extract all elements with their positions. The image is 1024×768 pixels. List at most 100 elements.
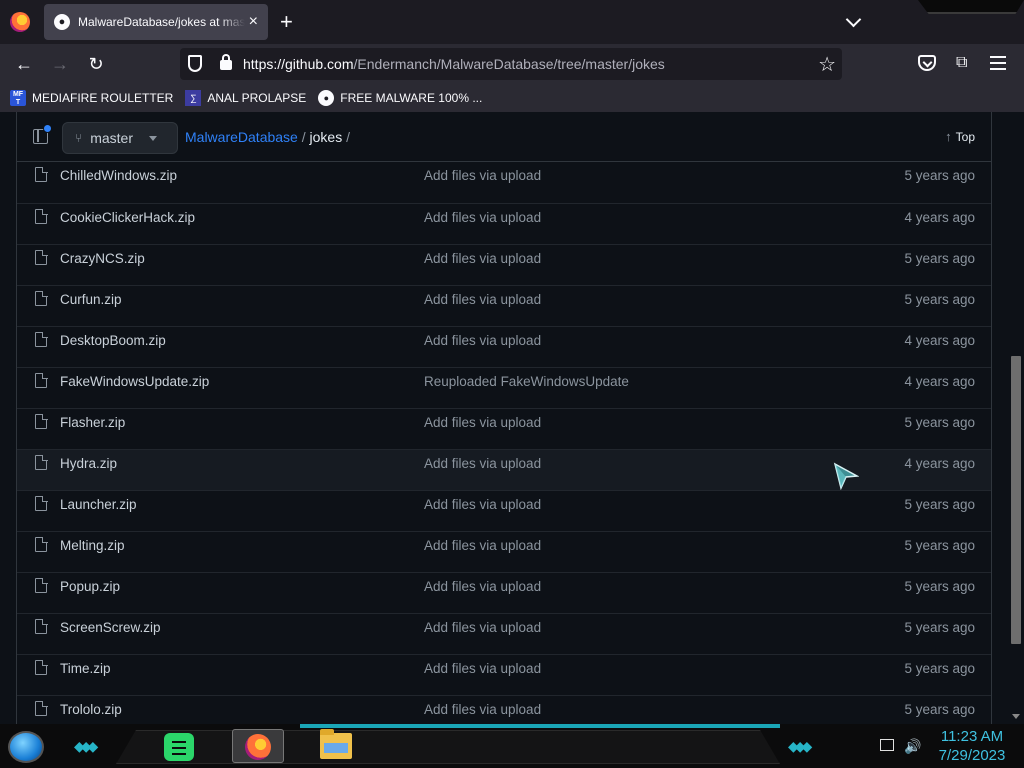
file-name-link[interactable]: CookieClickerHack.zip [60,210,195,225]
commit-message-link[interactable]: Add files via upload [424,168,541,183]
mediafire-icon: MF T [10,90,26,106]
breadcrumb-current-folder: jokes [309,129,343,145]
commit-age: 5 years ago [904,702,975,717]
taskbar-clock[interactable]: 11:23 AM 7/29/2023 [928,727,1016,765]
file-name-link[interactable]: DesktopBoom.zip [60,333,166,348]
commit-message-link[interactable]: Add files via upload [424,456,541,471]
table-row[interactable]: Popup.zip Add files via upload 5 years ago [17,572,991,613]
hamburger-menu-icon[interactable] [990,56,1006,70]
page-scrollbar[interactable] [1008,112,1024,724]
commit-age: 5 years ago [904,538,975,553]
start-button[interactable] [8,731,44,763]
file-name-link[interactable]: Flasher.zip [60,415,125,430]
lock-icon[interactable] [220,54,232,70]
file-name-link[interactable]: Popup.zip [60,579,120,594]
extensions-puzzle-icon[interactable]: ⧉ [956,54,974,72]
commit-message-link[interactable]: Add files via upload [424,538,541,553]
chevron-decoration-icon: ◆◆◆ [788,738,812,754]
file-name-link[interactable]: CrazyNCS.zip [60,251,145,266]
file-icon [35,249,48,265]
github-page: ⑂ master MalwareDatabase / jokes / ↑ Top … [0,112,1008,724]
new-tab-button[interactable]: + [280,10,293,34]
file-name-link[interactable]: Hydra.zip [60,456,117,471]
pocket-icon[interactable] [918,55,936,71]
commit-message-link[interactable]: Add files via upload [424,210,541,225]
list-all-tabs-icon[interactable] [845,12,863,30]
scrollbar-thumb[interactable] [1011,356,1021,644]
breadcrumb-separator: / [297,129,310,145]
file-icon [35,577,48,593]
network-icon[interactable] [880,739,894,751]
table-row[interactable]: ScreenScrew.zip Add files via upload 5 yea… [17,613,991,654]
github-icon: ● [318,90,335,106]
bookmarks-toolbar: MF T MEDIAFIRE ROULETTER ∑ ANAL PROLAPSE… [0,84,1024,112]
commit-message-link[interactable]: Add files via upload [424,333,541,348]
back-arrow-icon[interactable]: ← [12,52,36,76]
table-row[interactable]: Time.zip Add files via upload 5 years ago [17,654,991,695]
file-icon [35,618,48,634]
commit-message-link[interactable]: Reuploaded FakeWindowsUpdate [424,374,629,389]
commit-message-link[interactable]: Add files via upload [424,497,541,512]
bookmark-anal-prolapse[interactable]: ∑ ANAL PROLAPSE [185,90,306,106]
commit-message-link[interactable]: Add files via upload [424,415,541,430]
file-name-link[interactable]: Curfun.zip [60,292,122,307]
url-path: /Endermanch/MalwareDatabase/tree/master/… [353,56,665,72]
browser-tab[interactable]: ● MalwareDatabase/jokes at master × [44,4,268,40]
branch-selector-button[interactable]: ⑂ master [62,122,178,154]
commit-message-link[interactable]: Add files via upload [424,661,541,676]
back-to-top-link[interactable]: ↑ Top [945,129,975,144]
bookmark-free-malware[interactable]: ● FREE MALWARE 100% ... [318,90,482,106]
file-icon [35,536,48,552]
file-name-link[interactable]: Launcher.zip [60,497,137,512]
table-row[interactable]: Launcher.zip Add files via upload 5 years … [17,490,991,531]
file-name-link[interactable]: Trololo.zip [60,702,122,717]
chevron-decoration-icon: ◆◆◆ [74,738,98,754]
url-text[interactable]: https://github.com/Endermanch/MalwareDat… [243,56,665,72]
table-row[interactable]: Melting.zip Add files via upload 5 years a… [17,531,991,572]
scroll-down-arrow-icon[interactable] [1012,714,1020,719]
firefox-logo-icon[interactable] [10,12,30,32]
tab-title: MalwareDatabase/jokes at master [78,15,245,29]
bookmark-mediafire-rouletter[interactable]: MF T MEDIAFIRE ROULETTER [10,90,173,106]
forward-arrow-icon[interactable]: → [48,52,72,76]
commit-age: 5 years ago [904,661,975,676]
breadcrumb-trailing-separator: / [342,129,350,145]
firefox-taskbar-button[interactable] [232,729,284,763]
file-name-link[interactable]: Time.zip [60,661,111,676]
file-name-link[interactable]: ScreenScrew.zip [60,620,161,635]
commit-message-link[interactable]: Add files via upload [424,620,541,635]
commit-age: 4 years ago [904,210,975,225]
file-explorer-icon[interactable] [320,729,352,759]
commit-message-link[interactable]: Add files via upload [424,702,541,717]
commit-age: 5 years ago [904,251,975,266]
reload-icon[interactable]: ↻ [84,52,108,76]
bookmark-star-icon[interactable]: ☆ [818,52,836,77]
table-row[interactable]: CrazyNCS.zip Add files via upload 5 years … [17,244,991,285]
volume-icon[interactable]: 🔊 [904,738,921,754]
commit-message-link[interactable]: Add files via upload [424,292,541,307]
notes-app-icon[interactable] [164,733,194,761]
file-name-link[interactable]: FakeWindowsUpdate.zip [60,374,209,389]
table-row[interactable]: DesktopBoom.zip Add files via upload 4 yea… [17,326,991,367]
bookmark-label: MEDIAFIRE ROULETTER [32,91,174,105]
table-row[interactable]: CookieClickerHack.zip Add files via uploa… [17,203,991,244]
file-name-link[interactable]: ChilledWindows.zip [60,168,177,183]
commit-message-link[interactable]: Add files via upload [424,579,541,594]
close-tab-icon[interactable]: × [249,13,258,31]
table-row[interactable]: Flasher.zip Add files via upload 5 years a… [17,408,991,449]
table-row[interactable]: Trololo.zip Add files via upload 5 years a… [17,695,991,724]
url-bar[interactable]: https://github.com/Endermanch/MalwareDat… [180,48,842,80]
commit-age: 5 years ago [904,497,975,512]
mouse-cursor-icon [833,462,859,490]
file-icon [35,659,48,675]
commit-age: 4 years ago [904,456,975,471]
tracking-shield-icon[interactable] [188,55,202,72]
table-row[interactable]: FakeWindowsUpdate.zip Reuploaded FakeWind… [17,367,991,408]
commit-message-link[interactable]: Add files via upload [424,251,541,266]
table-row[interactable]: ChilledWindows.zip Add files via upload 5 … [17,162,991,203]
breadcrumb-repo-link[interactable]: MalwareDatabase [185,129,298,145]
file-tree-toggle-icon[interactable] [33,124,52,144]
table-row[interactable]: Curfun.zip Add files via upload 5 years ag… [17,285,991,326]
commit-age: 4 years ago [904,374,975,389]
file-name-link[interactable]: Melting.zip [60,538,125,553]
